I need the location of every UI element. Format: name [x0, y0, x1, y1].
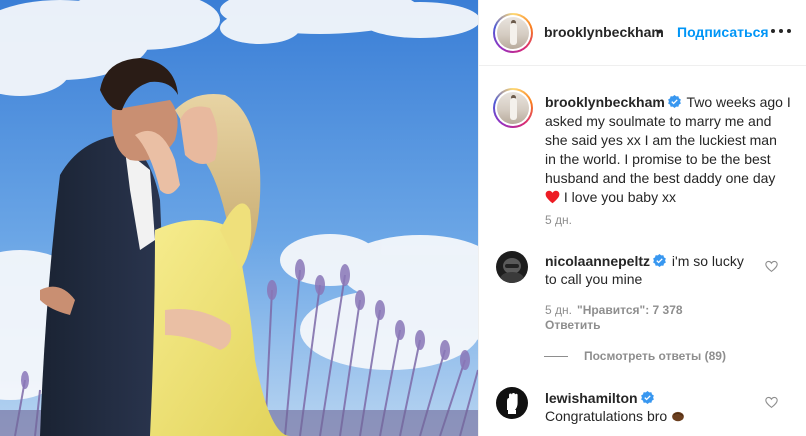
verified-badge-icon: [667, 95, 681, 108]
comment-text: Congratulations bro: [545, 408, 668, 424]
comment-body: lewishamilton Congratulations bro: [545, 389, 765, 425]
author-avatar[interactable]: [493, 13, 533, 53]
verified-badge-icon: [653, 254, 666, 267]
comment-body: nicolaannepeltz i'm so lucky to call you…: [545, 252, 745, 288]
author-username[interactable]: brooklynbeckham: [544, 24, 664, 40]
post-header: brooklynbeckham • Подписаться: [479, 0, 806, 66]
comment-likes[interactable]: "Нравится": 7 378: [577, 303, 683, 317]
comment-time[interactable]: 5 дн.: [545, 303, 572, 317]
view-replies-button[interactable]: Посмотреть ответы (89): [544, 349, 726, 363]
post-caption: brooklynbeckham Two weeks ago I asked my…: [545, 93, 791, 207]
separator-dot: •: [657, 23, 662, 39]
commenter-avatar[interactable]: [496, 387, 528, 419]
raised-fist-icon: [507, 393, 518, 414]
view-replies-label: Посмотреть ответы (89): [584, 349, 726, 363]
more-options-icon[interactable]: [769, 21, 793, 41]
like-comment-heart-icon[interactable]: [765, 260, 778, 273]
post-side-panel: brooklynbeckham • Подписаться brooklynbe…: [478, 0, 806, 436]
caption-text-end: I love you baby xx: [563, 189, 676, 205]
replies-divider: [544, 355, 568, 357]
instagram-post-window: brooklynbeckham • Подписаться brooklynbe…: [0, 0, 806, 436]
follow-button[interactable]: Подписаться: [677, 24, 769, 40]
fist-bump-emoji-icon: [672, 411, 684, 422]
post-photo[interactable]: [0, 0, 478, 436]
verified-badge-icon: [640, 391, 654, 404]
commenter-avatar[interactable]: [496, 251, 528, 283]
like-comment-heart-icon[interactable]: [765, 396, 778, 409]
caption-username[interactable]: brooklynbeckham: [545, 94, 665, 110]
red-heart-emoji-icon: [545, 190, 560, 204]
reply-button[interactable]: Ответить: [545, 318, 600, 332]
caption-time[interactable]: 5 дн.: [545, 213, 572, 227]
engagement-photo: [0, 0, 478, 436]
caption-author-avatar[interactable]: [493, 88, 533, 128]
comment-username[interactable]: lewishamilton: [545, 390, 638, 406]
comment-username[interactable]: nicolaannepeltz: [545, 253, 650, 269]
